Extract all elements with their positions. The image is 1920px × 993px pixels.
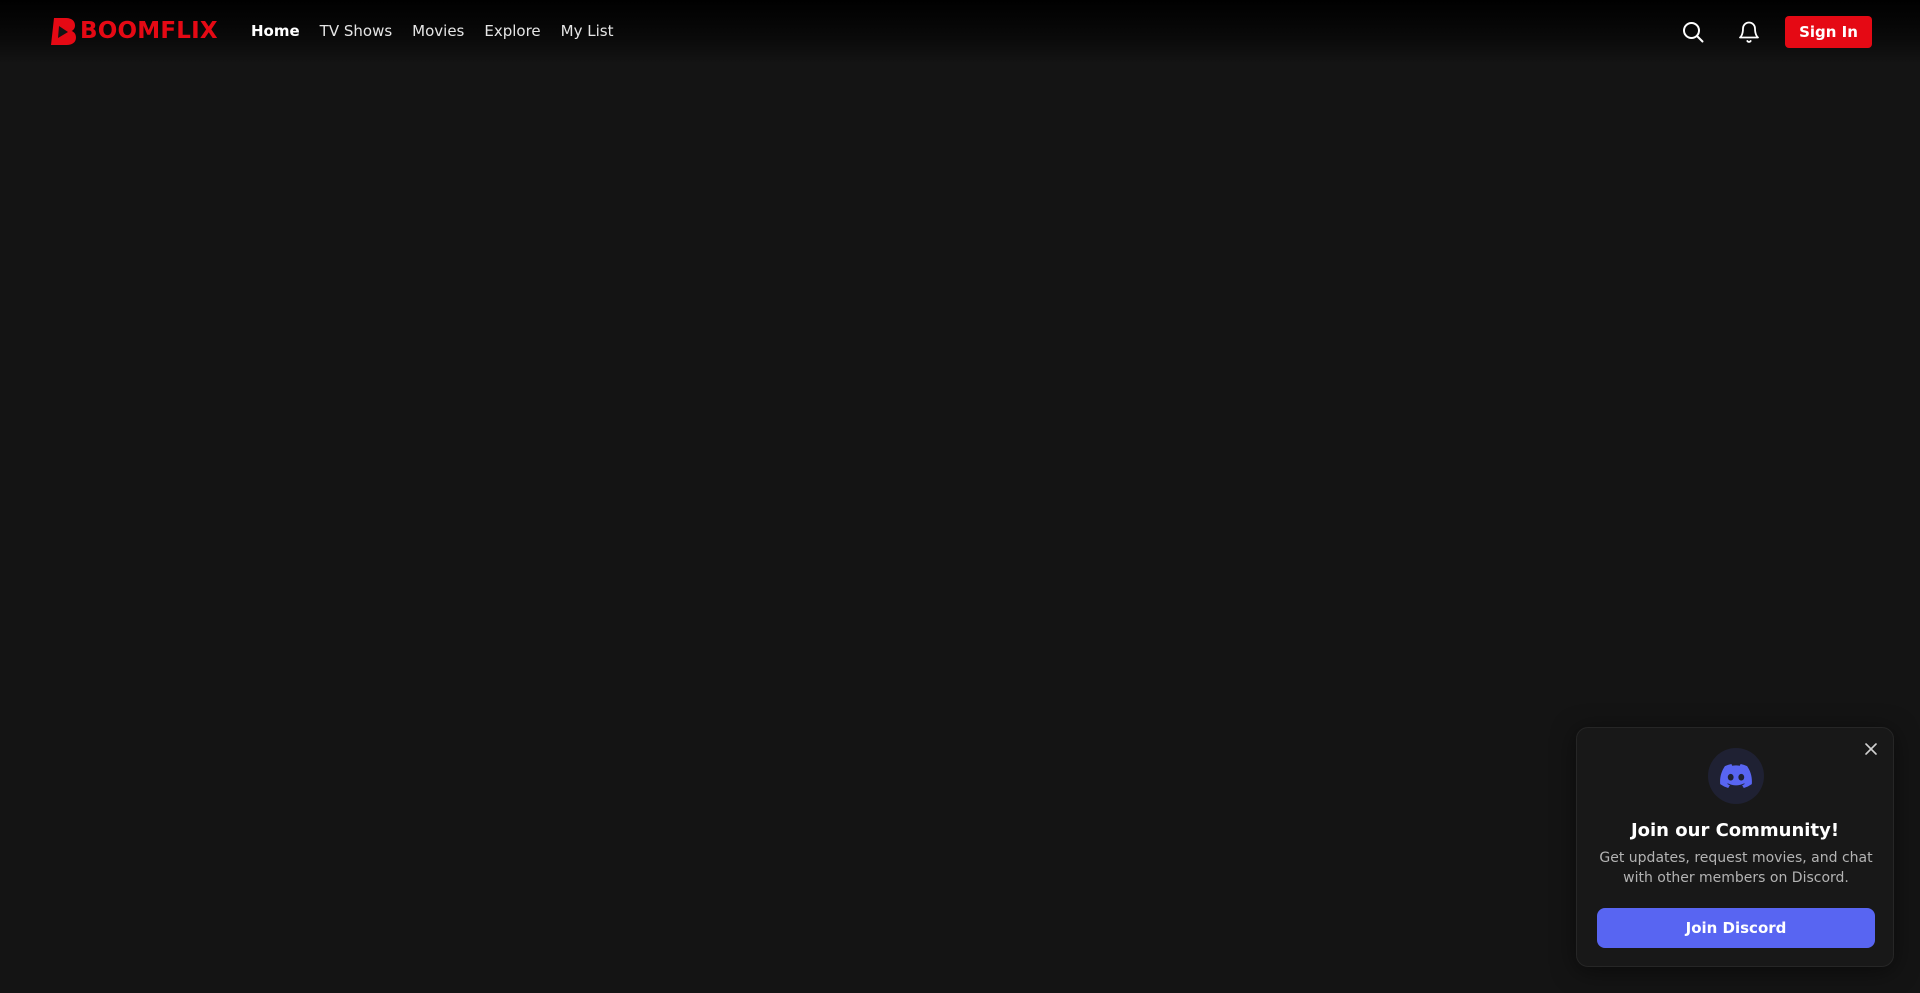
bell-icon	[1739, 21, 1759, 43]
search-button[interactable]	[1680, 19, 1706, 45]
nav-item-explore[interactable]: Explore	[484, 21, 540, 41]
top-navigation-bar: BOOMFLIX Home TV Shows Movies Explore My…	[0, 0, 1920, 64]
main-nav: Home TV Shows Movies Explore My List	[251, 21, 633, 41]
discord-community-popup: Join our Community! Get updates, request…	[1576, 727, 1894, 967]
boomflix-logo-icon	[51, 18, 76, 45]
brand-name: BOOMFLIX	[80, 18, 218, 44]
sign-in-button[interactable]: Sign In	[1785, 16, 1872, 48]
page: BOOMFLIX Home TV Shows Movies Explore My…	[0, 0, 1920, 993]
join-discord-button[interactable]: Join Discord	[1597, 908, 1875, 948]
discord-icon	[1720, 764, 1752, 788]
popup-description: Get updates, request movies, and chat wi…	[1599, 850, 1873, 886]
nav-item-tv-shows[interactable]: TV Shows	[320, 21, 392, 41]
nav-item-movies[interactable]: Movies	[412, 21, 464, 41]
close-icon	[1865, 743, 1877, 755]
popup-title: Join our Community!	[1630, 820, 1840, 841]
popup-close-button[interactable]	[1862, 740, 1880, 758]
brand-logo[interactable]: BOOMFLIX	[47, 15, 218, 47]
nav-item-home[interactable]: Home	[251, 21, 300, 41]
nav-item-my-list[interactable]: My List	[561, 21, 614, 41]
notifications-button[interactable]	[1736, 19, 1762, 45]
search-icon	[1683, 22, 1704, 43]
discord-badge	[1708, 748, 1764, 804]
